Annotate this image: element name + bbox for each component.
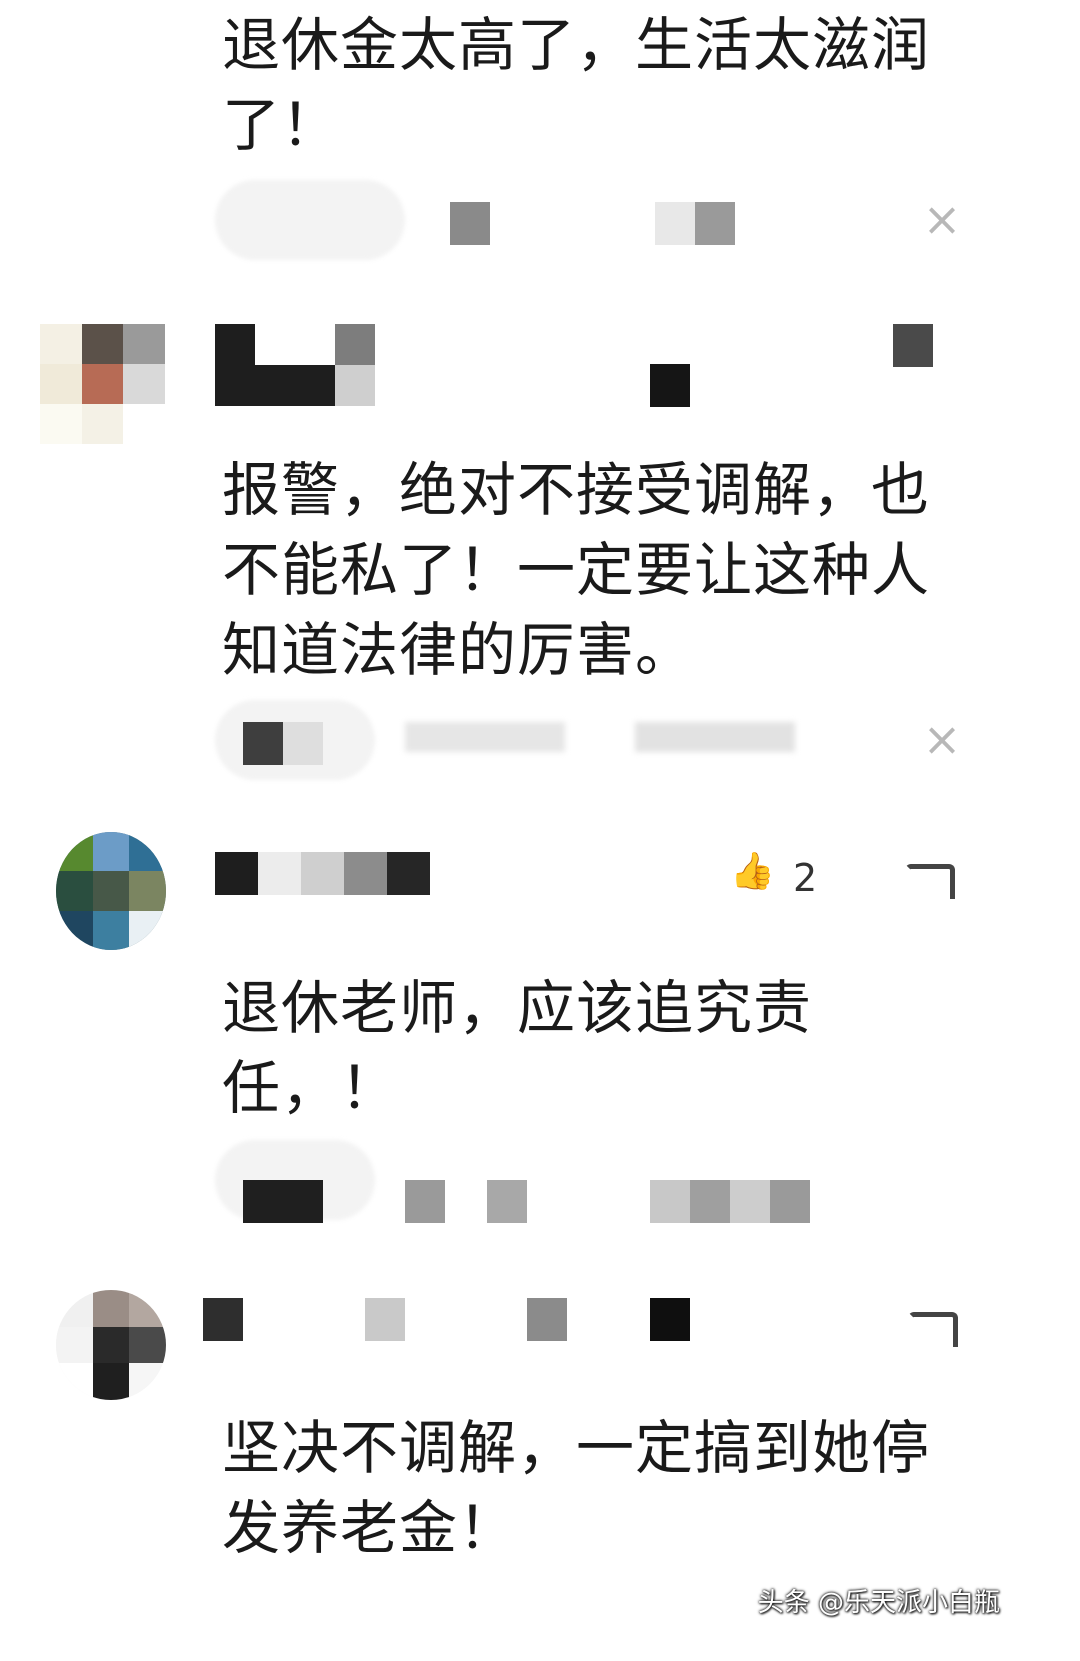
- comment-text-line: 不能私了！一定要让这种人: [222, 536, 931, 604]
- redacted-block: [487, 1180, 527, 1223]
- comment-text-line: 报警，绝对不接受调解，也: [222, 456, 931, 524]
- reply-icon[interactable]: [905, 864, 955, 899]
- username-redacted[interactable]: [203, 1298, 243, 1341]
- comment-text-line: 退休金太高了，生活太滋润: [222, 11, 931, 79]
- comment-text: 退休老师，应该追究责 任，！: [222, 968, 982, 1128]
- watermark: 头条 @乐天派小白瓶: [757, 1588, 1000, 1618]
- redacted-block: [405, 1180, 445, 1223]
- reply-pill[interactable]: [215, 180, 405, 260]
- comment-text-line: 任，！: [222, 1054, 400, 1122]
- reply-icon[interactable]: [908, 1312, 958, 1347]
- comment-meta-row: ×: [215, 700, 1015, 780]
- reply-redacted[interactable]: [893, 324, 933, 367]
- comment-text: 坚决不调解，一定搞到她停 发养老金！: [222, 1408, 982, 1568]
- avatar[interactable]: [56, 1290, 166, 1400]
- redacted-block: [650, 1180, 690, 1223]
- redacted-block: [405, 722, 565, 752]
- comment-text-line: 了！: [222, 91, 341, 159]
- comment-meta-row: ×: [215, 180, 1015, 260]
- comment-meta-row: [215, 1140, 1015, 1223]
- redacted-block: [243, 1180, 323, 1223]
- redacted-block: [695, 202, 735, 245]
- redacted-block: [450, 202, 490, 245]
- close-icon[interactable]: ×: [919, 716, 965, 762]
- comment-text-line: 发养老金！: [222, 1494, 518, 1562]
- username-redacted[interactable]: [215, 852, 430, 895]
- thumbs-up-icon[interactable]: 👍: [730, 850, 775, 892]
- redacted-block: [690, 1180, 730, 1223]
- comment-text: 退休金太高了，生活太滋润 了！: [222, 5, 982, 165]
- redacted-block: [770, 1180, 810, 1223]
- redacted-block: [730, 1180, 770, 1223]
- avatar[interactable]: [56, 832, 166, 950]
- avatar[interactable]: [40, 324, 165, 444]
- redacted-block: [243, 722, 283, 765]
- like-count: 2: [793, 856, 818, 900]
- redacted-block: [283, 722, 323, 765]
- redacted-block: [527, 1298, 567, 1341]
- comment-text-line: 坚决不调解，一定搞到她停: [222, 1414, 931, 1482]
- close-icon[interactable]: ×: [919, 196, 965, 242]
- username-redacted[interactable]: [215, 324, 385, 406]
- comment-text: 报警，绝对不接受调解，也 不能私了！一定要让这种人 知道法律的厉害。: [222, 450, 982, 690]
- comment-text-line: 知道法律的厉害。: [222, 616, 695, 684]
- redacted-block: [365, 1298, 405, 1341]
- redacted-block: [635, 722, 795, 752]
- like-redacted[interactable]: [650, 1298, 690, 1341]
- comment-text-line: 退休老师，应该追究责: [222, 974, 813, 1042]
- redacted-block: [655, 202, 695, 245]
- like-redacted[interactable]: [650, 364, 690, 407]
